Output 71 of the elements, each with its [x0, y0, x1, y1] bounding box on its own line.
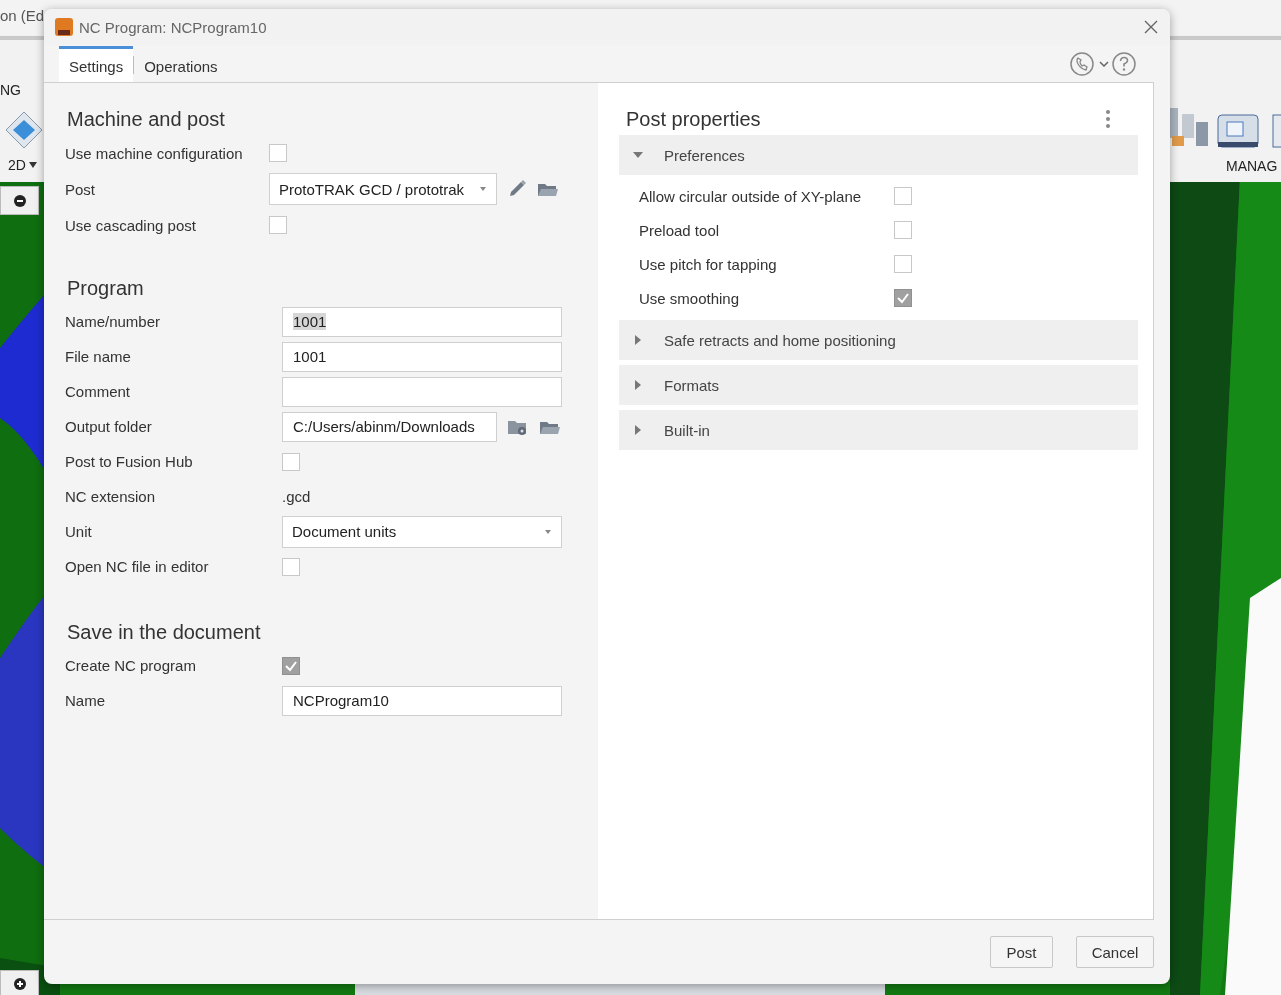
checkbox[interactable]: [894, 221, 912, 239]
text-field[interactable]: [282, 376, 562, 407]
field-label: Use cascading post: [65, 216, 197, 234]
field-label: Comment: [65, 383, 132, 400]
field-label: Post to Fusion Hub: [65, 453, 194, 470]
app-icon: [55, 18, 73, 36]
section-heading: Post properties: [626, 107, 761, 131]
checkbox[interactable]: [269, 216, 287, 234]
triangle-right-icon: [633, 380, 643, 390]
ribbon-tab[interactable]: NG: [0, 82, 21, 98]
zoom-out-button[interactable]: [0, 186, 39, 215]
zoom-in-button[interactable]: [0, 970, 39, 995]
caret-icon: [28, 162, 37, 168]
group-header[interactable]: Formats: [619, 365, 1138, 405]
field-label: NC extension: [65, 488, 157, 505]
app-title: on (Ed: [0, 7, 45, 24]
triangle-down-icon: [633, 150, 643, 160]
machine-icon[interactable]: [1217, 114, 1259, 148]
post-dropdown[interactable]: ProtoTRAK GCD / prototrak: [269, 173, 497, 205]
field-label: File name: [65, 348, 132, 365]
chevron-icon[interactable]: [1099, 60, 1109, 67]
field-label: Post: [65, 180, 96, 198]
property-label: Use smoothing: [639, 289, 741, 307]
checkbox[interactable]: [282, 656, 300, 675]
manage-label[interactable]: MANAG: [1226, 158, 1278, 174]
caret-icon: [545, 529, 551, 534]
section-heading: Save in the document: [66, 620, 262, 645]
pencil-icon[interactable]: [507, 179, 527, 199]
field-value: .gcd: [282, 488, 311, 505]
checkbox[interactable]: [894, 255, 912, 273]
minus-icon: [13, 194, 26, 207]
text-field[interactable]: 1001: [282, 341, 562, 372]
text-field[interactable]: NCProgram10: [282, 685, 562, 716]
panel-icon[interactable]: [1272, 114, 1281, 148]
field-label: Create NC program: [65, 657, 197, 674]
cancel-button[interactable]: Cancel: [1076, 936, 1154, 968]
more-menu-icon[interactable]: [1106, 110, 1110, 128]
section-heading: Program: [66, 276, 145, 301]
triangle-right-icon: [633, 425, 643, 435]
tab[interactable]: Operations: [134, 46, 228, 82]
caret-icon: [480, 187, 486, 191]
help-icon[interactable]: [1112, 51, 1136, 76]
field-label: Output folder: [65, 418, 153, 435]
field-label: Use machine configuration: [65, 144, 244, 162]
section-heading: Machine and post: [66, 107, 226, 132]
checkbox[interactable]: [282, 557, 300, 576]
property-label: Allow circular outside of XY-plane: [639, 187, 863, 205]
text-field[interactable]: 1001: [282, 306, 562, 337]
checkbox[interactable]: [894, 289, 912, 307]
group-header[interactable]: Built-in: [619, 410, 1138, 450]
property-label: Use pitch for tapping: [639, 255, 778, 273]
group-header[interactable]: Preferences: [619, 135, 1138, 175]
field-label: Name: [65, 692, 106, 709]
window-title: NC Program: NCProgram10: [79, 18, 268, 36]
field-label: Unit: [65, 523, 93, 540]
checkbox[interactable]: [282, 452, 300, 471]
close-icon[interactable]: [1144, 20, 1158, 34]
unit-dropdown[interactable]: Document units: [282, 515, 562, 548]
field-label: Open NC file in editor: [65, 558, 210, 575]
triangle-right-icon: [633, 335, 643, 345]
tab[interactable]: Settings: [59, 46, 134, 82]
plus-icon: [13, 977, 26, 990]
checkbox[interactable]: [894, 187, 912, 205]
property-label: Preload tool: [639, 221, 721, 239]
phone-icon[interactable]: [1070, 51, 1094, 76]
post-button[interactable]: Post: [990, 936, 1053, 968]
field-label: Name/number: [65, 313, 162, 330]
group-header[interactable]: Safe retracts and home positioning: [619, 320, 1138, 360]
folder-path-field[interactable]: C:/Users/abinm/Downloads: [282, 411, 497, 442]
checkbox[interactable]: [269, 144, 287, 162]
mode-menu[interactable]: 2D: [8, 157, 37, 173]
